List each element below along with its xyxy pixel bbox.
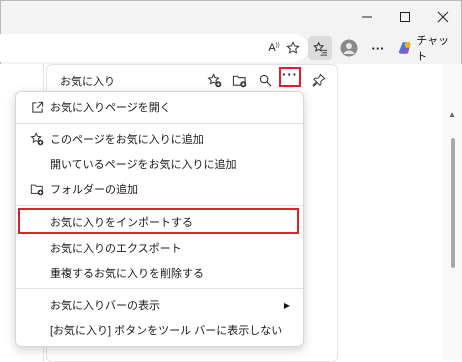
ellipsis-icon: ··· xyxy=(371,40,385,56)
open-external-icon xyxy=(29,99,45,115)
search-favorites-button[interactable] xyxy=(255,70,275,90)
menu-separator xyxy=(16,288,303,289)
import-highlight-box xyxy=(18,208,299,234)
scroll-up-arrow-icon[interactable]: ▲ xyxy=(448,110,456,119)
menu-item-open-favorites-page[interactable]: お気に入りページを開く xyxy=(16,96,303,118)
menu-item-add-open-pages[interactable]: 開いているページをお気に入りに追加 xyxy=(16,153,303,175)
read-aloud-icon: A)) xyxy=(268,42,280,54)
chevron-right-icon: ▶ xyxy=(283,300,290,310)
menu-separator xyxy=(16,205,303,206)
menu-item-label: お気に入りのエクスポート xyxy=(50,243,182,255)
scrollbar-thumb[interactable] xyxy=(451,138,455,268)
pin-panel-button[interactable] xyxy=(309,70,329,90)
avatar-icon xyxy=(340,39,358,57)
menu-item-label: 開いているページをお気に入りに追加 xyxy=(50,159,237,171)
add-this-page-button[interactable] xyxy=(204,70,224,90)
menu-item-label: お気に入りバーの表示 xyxy=(50,300,160,312)
pin-icon xyxy=(312,73,326,87)
menu-item-label: お気に入りページを開く xyxy=(50,102,171,114)
menu-separator xyxy=(16,123,303,124)
menu-item-label: このページをお気に入りに追加 xyxy=(50,134,204,146)
menu-item-label: フォルダーの追加 xyxy=(50,184,138,196)
read-aloud-label: A xyxy=(268,42,276,54)
search-icon xyxy=(259,74,271,86)
favorites-panel-title: お気に入り xyxy=(60,76,115,88)
add-folder-button[interactable] xyxy=(229,70,249,90)
minimize-icon xyxy=(362,16,372,18)
profile-button[interactable] xyxy=(337,36,361,60)
star-add-icon xyxy=(29,131,45,147)
favorites-button[interactable] xyxy=(308,36,332,60)
menu-item-add-folder[interactable]: フォルダーの追加 xyxy=(16,178,303,200)
window-controls xyxy=(348,0,462,34)
menu-item-label: 重複するお気に入りを削除する xyxy=(50,268,204,280)
copilot-chat-button[interactable]: チャット xyxy=(393,35,458,63)
menu-item-hide-favorites-button[interactable]: [お気に入り] ボタンをツール バーに表示しない xyxy=(16,319,303,341)
star-add-icon xyxy=(206,72,221,87)
menu-item-export-favorites[interactable]: お気に入りのエクスポート xyxy=(16,237,303,259)
star-icon xyxy=(286,41,300,54)
menu-item-show-favorites-bar[interactable]: お気に入りバーの表示 ▶ xyxy=(16,294,303,316)
chat-label: チャット xyxy=(416,35,450,63)
more-options-button[interactable]: ··· xyxy=(279,67,301,87)
ellipsis-icon: ··· xyxy=(282,67,298,82)
add-favorite-button[interactable] xyxy=(281,36,305,60)
folder-add-icon xyxy=(29,181,45,197)
settings-more-button[interactable]: ··· xyxy=(366,36,390,60)
favorites-list-icon xyxy=(312,40,327,56)
menu-item-add-this-page[interactable]: このページをお気に入りに追加 xyxy=(16,128,303,150)
folder-add-icon xyxy=(232,75,246,87)
maximize-icon xyxy=(400,12,410,22)
menu-item-label: [お気に入り] ボタンをツール バーに表示しない xyxy=(50,325,283,337)
copilot-icon xyxy=(398,42,411,54)
close-button[interactable] xyxy=(424,0,462,34)
minimize-button[interactable] xyxy=(348,0,386,34)
maximize-button[interactable] xyxy=(386,0,424,34)
menu-item-remove-duplicates[interactable]: 重複するお気に入りを削除する xyxy=(16,262,303,284)
browser-toolbar: A)) ··· チャット xyxy=(0,34,462,63)
close-icon xyxy=(437,11,449,23)
